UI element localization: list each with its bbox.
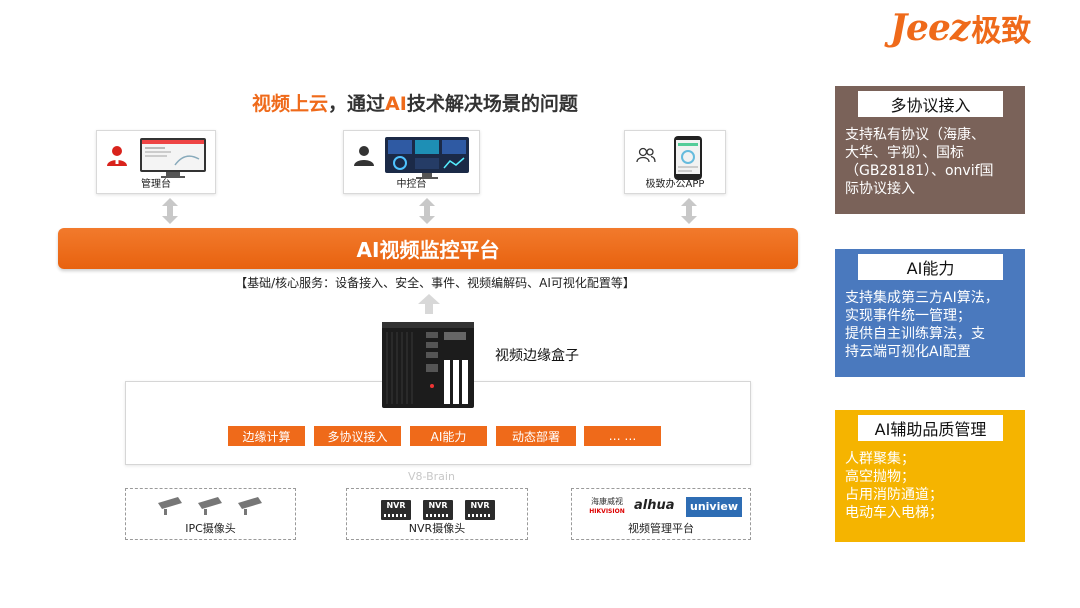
user-dark-icon — [354, 146, 374, 166]
client-label: 中控台 — [396, 179, 427, 190]
headline-highlight-1: 视频上云 — [252, 93, 329, 115]
panel-title: 多协议接入 — [858, 91, 1003, 117]
panel-line: 支持集成第三方AI算法， — [845, 290, 999, 306]
users-outline-icon — [636, 147, 656, 163]
client-card-management: 管理台 — [96, 130, 216, 194]
panel-line: 支持私有协议（海康、 — [845, 127, 985, 143]
panel-title: AI辅助品质管理 — [858, 415, 1003, 441]
nvr-device-icon: NVR — [423, 500, 453, 520]
page-headline: 视频上云，通过AI技术解决场景的问题 — [252, 89, 578, 116]
device-watermark: V8-Brain — [408, 470, 455, 483]
headline-text-1: ，通过 — [328, 93, 386, 115]
capability-chip: AI能力 — [410, 426, 487, 446]
source-label: IPC摄像头 — [185, 522, 236, 535]
panel-line: 电动车入电梯； — [845, 505, 943, 521]
client-label: 管理台 — [141, 179, 171, 190]
core-services-text: 【基础/核心服务：设备接入、安全、事件、视频编解码、AI可视化配置等】 — [235, 276, 635, 290]
headline-text-2: 技术解决场景的问题 — [406, 93, 578, 115]
capability-chip: 动态部署 — [496, 426, 576, 446]
panel-ai-quality: AI辅助品质管理 人群聚集； 高空抛物； 占用消防通道； 电动车入电梯； — [835, 410, 1025, 542]
panel-body: 人群聚集； 高空抛物； 占用消防通道； 电动车入电梯； — [845, 450, 1017, 522]
dahua-logo: alhua — [634, 498, 675, 513]
double-arrow-icon — [681, 198, 697, 224]
client-label: 极致办公APP — [645, 179, 705, 190]
brand-logo: Jeez 极致 — [890, 6, 1070, 50]
platform-title: AI视频监控平台 — [356, 238, 500, 262]
panel-line: 提供自主训练算法，支 — [845, 326, 985, 342]
nvr-device-icon: NVR — [381, 500, 411, 520]
panel-line: 占用消防通道； — [845, 487, 943, 503]
source-box-nvr: NVR NVR NVR NVR摄像头 — [346, 488, 528, 540]
panel-body: 支持集成第三方AI算法， 实现事件统一管理； 提供自主训练算法，支 持云端可视化… — [845, 289, 1017, 361]
monitor-icon — [140, 138, 206, 178]
edge-device-icon — [382, 322, 474, 408]
panel-line: 持云端可视化AI配置 — [845, 344, 971, 360]
source-box-vms: 海康威视 HIKVISION alhua uniview 视频管理平台 — [571, 488, 751, 540]
panel-title: AI能力 — [858, 254, 1003, 280]
logo-latin: Jeez — [890, 7, 970, 49]
panel-line: 大华、宇视）、国标 — [845, 145, 964, 161]
panel-line: 高空抛物； — [845, 469, 915, 485]
client-card-app: 极致办公APP — [624, 130, 726, 194]
user-red-icon — [107, 146, 127, 166]
logo-cn: 极致 — [971, 14, 1032, 49]
headline-highlight-2: AI — [385, 93, 407, 115]
capability-chip: 边缘计算 — [228, 426, 305, 446]
source-label: 视频管理平台 — [628, 522, 694, 535]
nvr-device-icon: NVR — [465, 500, 495, 520]
panel-ai-capability: AI能力 支持集成第三方AI算法， 实现事件统一管理； 提供自主训练算法，支 持… — [835, 249, 1025, 377]
large-screen-icon — [385, 137, 469, 179]
panel-line: （GB28181）、onvif国 — [845, 163, 994, 179]
source-box-ipc: IPC摄像头 — [125, 488, 296, 540]
panel-line: 际协议接入 — [845, 181, 915, 197]
panel-line: 人群聚集； — [845, 451, 915, 467]
hikvision-logo: 海康威视 HIKVISION — [589, 497, 625, 515]
camera-icon — [158, 497, 262, 515]
source-label: NVR摄像头 — [408, 522, 466, 535]
uniview-logo: uniview — [686, 497, 742, 517]
panel-line: 实现事件统一管理； — [845, 308, 971, 324]
client-card-control: 中控台 — [343, 130, 480, 194]
platform-bar: AI视频监控平台 — [58, 228, 798, 269]
panel-body: 支持私有协议（海康、 大华、宇视）、国标 （GB28181）、onvif国 际协… — [845, 126, 1017, 198]
panel-multi-protocol: 多协议接入 支持私有协议（海康、 大华、宇视）、国标 （GB28181）、onv… — [835, 86, 1025, 214]
capability-chip: 多协议接入 — [314, 426, 401, 446]
capability-chip: … … — [584, 426, 661, 446]
up-arrow-icon — [418, 294, 440, 314]
double-arrow-icon — [419, 198, 435, 224]
double-arrow-icon — [162, 198, 178, 224]
edge-box-label: 视频边缘盒子 — [495, 348, 579, 364]
